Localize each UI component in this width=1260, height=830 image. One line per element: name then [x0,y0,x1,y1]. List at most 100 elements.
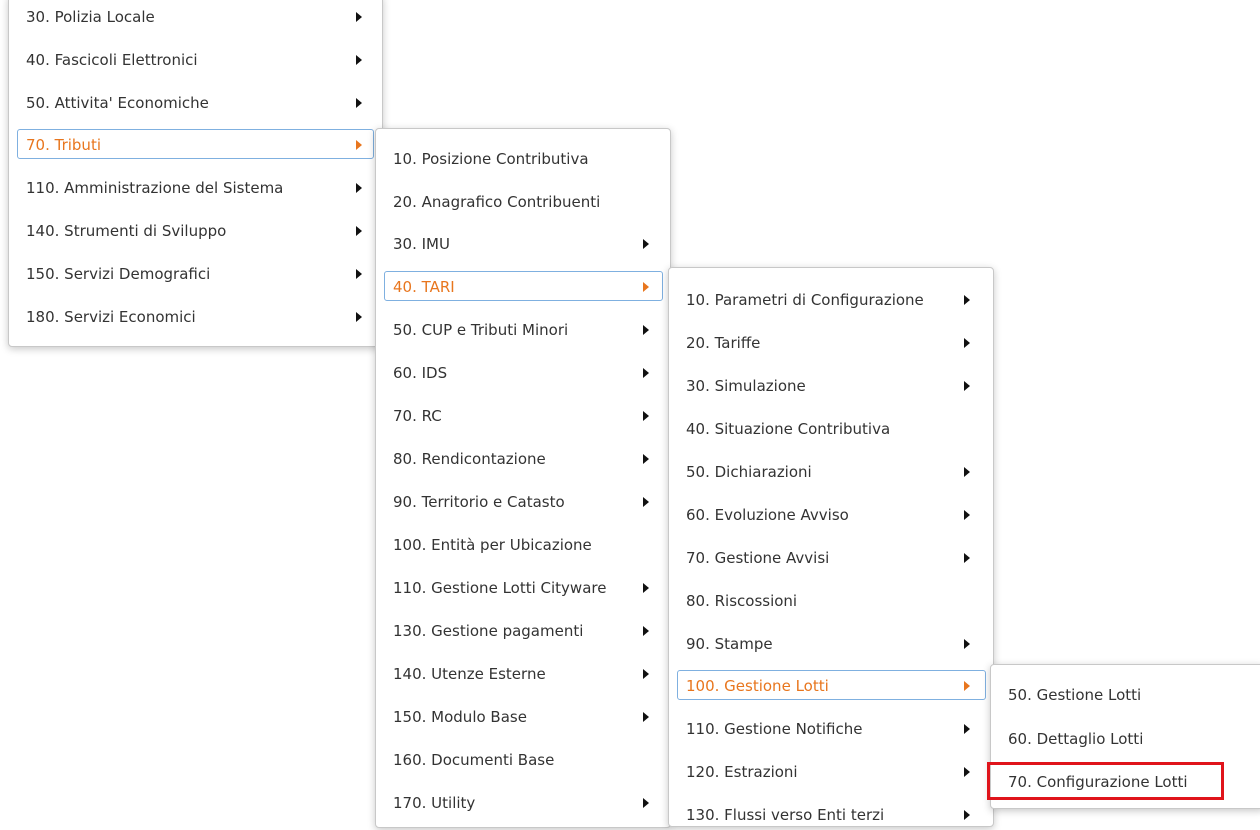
menu-item-dettaglio-lotti[interactable]: 60. Dettaglio Lotti [999,723,1254,753]
menu-level-1: 30. Polizia Locale 40. Fascicoli Elettro… [8,0,383,347]
menu-item-label: 110. Gestione Lotti Cityware [393,579,607,597]
menu-item-label: 70. Configurazione Lotti [1008,773,1188,791]
menu-item-label: 130. Flussi verso Enti terzi [686,806,885,824]
menu-item-polizia-locale[interactable]: 30. Polizia Locale [17,1,374,31]
menu-item-label: 20. Anagrafico Contribuenti [393,193,601,211]
menu-item-modulo-base[interactable]: 150. Modulo Base [384,701,663,731]
menu-item-label: 50. Attivita' Economiche [26,94,209,112]
menu-item-label: 10. Parametri di Configurazione [686,291,924,309]
submenu-arrow-icon [356,55,362,65]
menu-item-entita-ubicazione[interactable]: 100. Entità per Ubicazione [384,529,663,559]
menu-item-evoluzione-avviso[interactable]: 60. Evoluzione Avviso [677,499,986,529]
menu-item-simulazione[interactable]: 30. Simulazione [677,370,986,400]
menu-item-dichiarazioni[interactable]: 50. Dichiarazioni [677,456,986,486]
menu-item-label: 70. Tributi [26,136,101,154]
menu-level-2: 10. Posizione Contributiva 20. Anagrafic… [375,128,671,828]
menu-item-label: 30. Polizia Locale [26,8,155,26]
submenu-arrow-icon [643,798,649,808]
menu-item-label: 30. Simulazione [686,377,806,395]
menu-item-label: 150. Modulo Base [393,708,527,726]
menu-item-utility[interactable]: 170. Utility [384,787,663,817]
submenu-arrow-icon [643,583,649,593]
menu-item-riscossioni[interactable]: 80. Riscossioni [677,585,986,615]
menu-item-imu[interactable]: 30. IMU [384,228,663,258]
menu-item-gestione-avvisi[interactable]: 70. Gestione Avvisi [677,542,986,572]
menu-item-label: 60. Evoluzione Avviso [686,506,849,524]
submenu-arrow-icon [643,454,649,464]
menu-item-flussi-enti-terzi[interactable]: 130. Flussi verso Enti terzi [677,799,986,829]
menu-item-label: 140. Strumenti di Sviluppo [26,222,227,240]
submenu-arrow-icon [356,269,362,279]
submenu-arrow-icon [643,368,649,378]
submenu-arrow-icon [964,295,970,305]
menu-item-label: 170. Utility [393,794,476,812]
menu-item-label: 90. Stampe [686,635,773,653]
submenu-arrow-icon [643,239,649,249]
menu-item-situazione-contributiva[interactable]: 40. Situazione Contributiva [677,413,986,443]
menu-item-gestione-lotti-cityware[interactable]: 110. Gestione Lotti Cityware [384,572,663,602]
submenu-arrow-icon [964,510,970,520]
menu-item-amministrazione-sistema[interactable]: 110. Amministrazione del Sistema [17,172,374,202]
menu-item-estrazioni[interactable]: 120. Estrazioni [677,756,986,786]
menu-item-territorio-catasto[interactable]: 90. Territorio e Catasto [384,486,663,516]
submenu-arrow-icon [356,12,362,22]
menu-item-label: 90. Territorio e Catasto [393,493,565,511]
menu-item-label: 40. TARI [393,278,455,296]
menu-item-ids[interactable]: 60. IDS [384,357,663,387]
menu-item-label: 40. Situazione Contributiva [686,420,891,438]
submenu-arrow-icon [964,810,970,820]
menu-item-anagrafico-contribuenti[interactable]: 20. Anagrafico Contribuenti [384,186,663,216]
submenu-arrow-icon [964,381,970,391]
menu-item-configurazione-lotti[interactable]: 70. Configurazione Lotti [999,766,1254,796]
submenu-arrow-icon [643,325,649,335]
menu-item-rendicontazione[interactable]: 80. Rendicontazione [384,443,663,473]
menu-item-label: 100. Gestione Lotti [686,677,829,695]
menu-item-label: 50. CUP e Tributi Minori [393,321,569,339]
menu-item-attivita-economiche[interactable]: 50. Attivita' Economiche [17,87,374,117]
menu-item-tariffe[interactable]: 20. Tariffe [677,327,986,357]
menu-item-label: 60. IDS [393,364,448,382]
menu-item-label: 180. Servizi Economici [26,308,196,326]
submenu-arrow-icon [964,724,970,734]
submenu-arrow-icon [964,639,970,649]
menu-item-posizione-contributiva[interactable]: 10. Posizione Contributiva [384,143,663,173]
menu-item-label: 30. IMU [393,235,450,253]
menu-item-parametri-configurazione[interactable]: 10. Parametri di Configurazione [677,284,986,314]
menu-item-label: 80. Riscossioni [686,592,798,610]
submenu-arrow-icon [356,98,362,108]
menu-item-gestione-pagamenti[interactable]: 130. Gestione pagamenti [384,615,663,645]
menu-item-servizi-economici[interactable]: 180. Servizi Economici [17,301,374,331]
submenu-arrow-icon [964,338,970,348]
menu-item-rc[interactable]: 70. RC [384,400,663,430]
menu-item-label: 70. Gestione Avvisi [686,549,830,567]
menu-item-label: 120. Estrazioni [686,763,798,781]
menu-item-documenti-base[interactable]: 160. Documenti Base [384,744,663,774]
menu-item-label: 110. Amministrazione del Sistema [26,179,284,197]
menu-item-label: 140. Utenze Esterne [393,665,546,683]
menu-item-stampe[interactable]: 90. Stampe [677,628,986,658]
submenu-arrow-icon [964,681,970,691]
menu-item-gestione-lotti[interactable]: 100. Gestione Lotti [677,670,986,700]
menu-item-label: 60. Dettaglio Lotti [1008,730,1144,748]
menu-item-gestione-lotti-50[interactable]: 50. Gestione Lotti [999,679,1254,709]
menu-item-label: 40. Fascicoli Elettronici [26,51,198,69]
submenu-arrow-icon [356,226,362,236]
submenu-arrow-icon [643,669,649,679]
menu-item-cup-tributi-minori[interactable]: 50. CUP e Tributi Minori [384,314,663,344]
submenu-arrow-icon [964,553,970,563]
submenu-arrow-icon [356,183,362,193]
menu-item-label: 50. Gestione Lotti [1008,686,1142,704]
menu-item-fascicoli-elettronici[interactable]: 40. Fascicoli Elettronici [17,44,374,74]
menu-item-label: 110. Gestione Notifiche [686,720,863,738]
menu-item-label: 20. Tariffe [686,334,761,352]
submenu-arrow-icon [643,411,649,421]
menu-item-strumenti-sviluppo[interactable]: 140. Strumenti di Sviluppo [17,215,374,245]
menu-item-servizi-demografici[interactable]: 150. Servizi Demografici [17,258,374,288]
submenu-arrow-icon [643,497,649,507]
menu-item-utenze-esterne[interactable]: 140. Utenze Esterne [384,658,663,688]
menu-item-tributi[interactable]: 70. Tributi [17,129,374,159]
submenu-arrow-icon [643,626,649,636]
menu-item-label: 100. Entità per Ubicazione [393,536,592,554]
menu-item-gestione-notifiche[interactable]: 110. Gestione Notifiche [677,713,986,743]
menu-item-tari[interactable]: 40. TARI [384,271,663,301]
